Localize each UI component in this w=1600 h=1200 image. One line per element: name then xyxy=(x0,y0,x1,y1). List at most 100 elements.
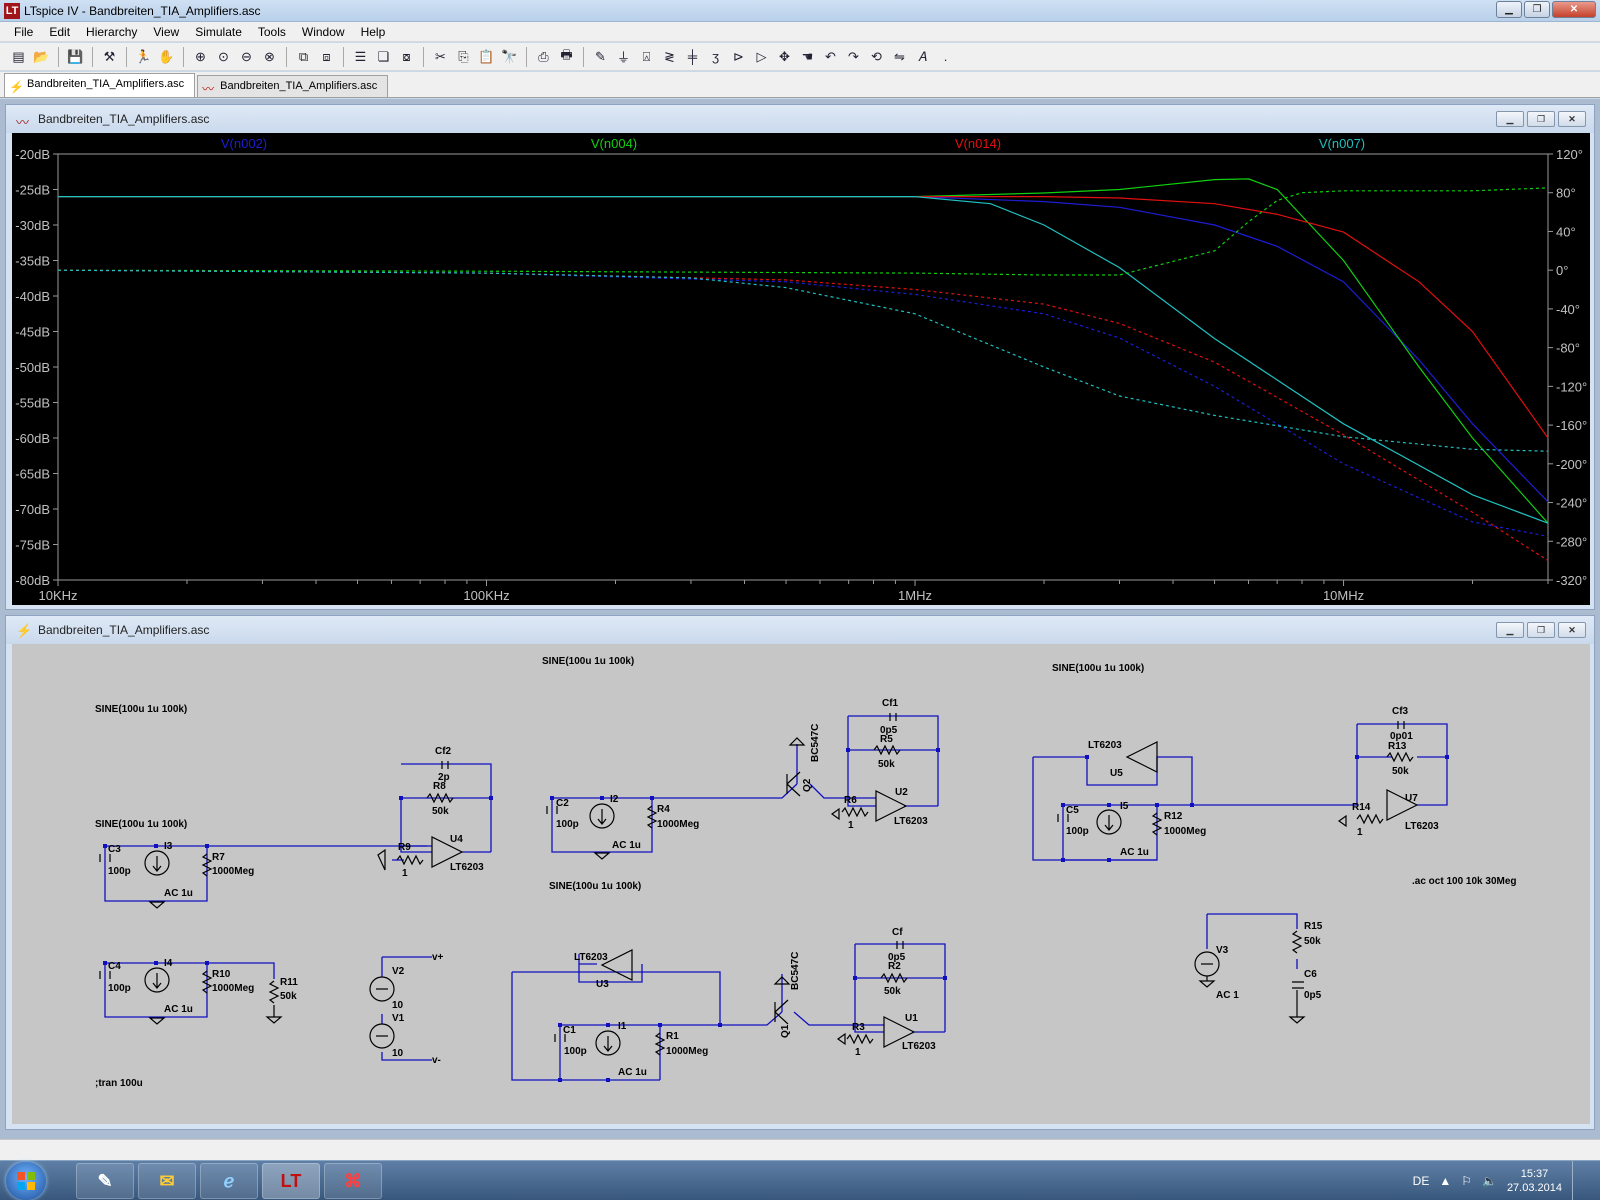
paste-icon[interactable]: 📋 xyxy=(476,46,497,67)
waveform-icon: 〰 xyxy=(16,115,30,130)
schematic-icon: ⚡ xyxy=(9,80,24,94)
menu-hierarchy[interactable]: Hierarchy xyxy=(78,25,145,39)
save-icon[interactable]: 💾 xyxy=(65,46,86,67)
label-net-icon[interactable]: ⍓ xyxy=(636,46,657,67)
paint-icon[interactable]: ✎ xyxy=(76,1163,134,1199)
waveform-plot[interactable]: V(n002) V(n004) V(n014) V(n007) -20dB -25… xyxy=(12,133,1590,605)
minimize-button[interactable]: ▁ xyxy=(1496,622,1524,638)
sine-directive[interactable]: SINE(100u 1u 100k) xyxy=(1052,663,1144,674)
label-r12: R12 xyxy=(1164,811,1183,822)
close-button[interactable]: ✕ xyxy=(1558,622,1586,638)
label-v2-value: 10 xyxy=(392,1000,404,1011)
menu-file[interactable]: File xyxy=(6,25,41,39)
control-panel-icon[interactable]: ⚒ xyxy=(99,46,120,67)
trace-label-vn002[interactable]: V(n002) xyxy=(221,136,267,151)
close-button[interactable]: ✕ xyxy=(1558,111,1586,127)
label-r15-value: 50k xyxy=(1304,936,1321,947)
schematic-canvas[interactable]: SINE(100u 1u 100k) SINE(100u 1u 100k) SI… xyxy=(12,644,1590,1124)
zoom-in-icon[interactable]: ⊕ xyxy=(190,46,211,67)
sine-directive[interactable]: SINE(100u 1u 100k) xyxy=(95,704,187,715)
text-icon[interactable]: 𝐴 xyxy=(912,46,933,67)
zoom-out-icon[interactable]: ⊖ xyxy=(236,46,257,67)
print-icon[interactable]: 🖶 xyxy=(556,46,577,67)
mirror-icon[interactable]: ⇋ xyxy=(889,46,910,67)
spice-directive-icon[interactable]: . xyxy=(935,46,956,67)
left-axis-tick-label: -75dB xyxy=(15,538,50,553)
find-icon[interactable]: 🔭 xyxy=(499,46,520,67)
copy-icon[interactable]: ⎘ xyxy=(453,46,474,67)
move-icon[interactable]: ✥ xyxy=(774,46,795,67)
cut-icon[interactable]: ✂ xyxy=(430,46,451,67)
ground-icon[interactable]: ⏚ xyxy=(613,46,634,67)
menu-edit[interactable]: Edit xyxy=(41,25,78,39)
restore-button[interactable]: ❐ xyxy=(1527,111,1555,127)
label-r9-value: 1 xyxy=(402,868,408,879)
sine-directive[interactable]: SINE(100u 1u 100k) xyxy=(542,656,634,667)
sine-directive[interactable]: SINE(100u 1u 100k) xyxy=(95,819,187,830)
zoom-fit-icon[interactable]: ⊗ xyxy=(259,46,280,67)
label-r10-value: 1000Meg xyxy=(212,983,254,994)
open-icon[interactable]: 📂 xyxy=(31,46,52,67)
zoom-back-icon[interactable]: ⧈ xyxy=(316,46,337,67)
label-i1-ac: AC 1u xyxy=(618,1067,647,1078)
show-desktop-button[interactable] xyxy=(1572,1161,1586,1200)
label-i3: I3 xyxy=(164,841,173,852)
halt-icon[interactable]: ✋ xyxy=(156,46,177,67)
drag-icon[interactable]: ☚ xyxy=(797,46,818,67)
rotate-icon[interactable]: ⟲ xyxy=(866,46,887,67)
tile-horizontal-icon[interactable]: ☰ xyxy=(350,46,371,67)
menu-help[interactable]: Help xyxy=(353,25,394,39)
ie-icon[interactable]: ℯ xyxy=(200,1163,258,1199)
print-setup-icon[interactable]: ⎙ xyxy=(533,46,554,67)
show-hidden-icons-icon[interactable]: ▲ xyxy=(1439,1174,1451,1188)
inductor-icon[interactable]: ʒ xyxy=(705,46,726,67)
maximize-button[interactable]: ❐ xyxy=(1524,1,1550,18)
label-u1: U1 xyxy=(905,1013,918,1024)
sine-directive[interactable]: SINE(100u 1u 100k) xyxy=(549,881,641,892)
volume-icon[interactable]: 🔈 xyxy=(1482,1174,1497,1188)
schematic-window-title: Bandbreiten_TIA_Amplifiers.asc xyxy=(38,623,210,637)
cascade-icon[interactable]: ❏ xyxy=(373,46,394,67)
capacitor-icon[interactable]: ╪ xyxy=(682,46,703,67)
clock[interactable]: 15:37 27.03.2014 xyxy=(1507,1167,1562,1195)
label-r11: R11 xyxy=(280,977,298,988)
menu-window[interactable]: Window xyxy=(294,25,353,39)
label-r14: R14 xyxy=(1352,802,1371,813)
close-button[interactable]: ✕ xyxy=(1552,1,1596,18)
system-tray: DE ▲ ⚐ 🔈 15:37 27.03.2014 xyxy=(1413,1161,1600,1200)
menu-view[interactable]: View xyxy=(145,25,187,39)
tran-comment[interactable]: ;tran 100u xyxy=(95,1078,143,1089)
restore-button[interactable]: ❐ xyxy=(1527,622,1555,638)
component-icon[interactable]: ▷ xyxy=(751,46,772,67)
language-indicator[interactable]: DE xyxy=(1413,1174,1430,1188)
new-schematic-icon[interactable]: ▤ xyxy=(8,46,29,67)
ac-directive[interactable]: .ac oct 100 10k 30Meg xyxy=(1412,876,1517,887)
label-c2: C2 xyxy=(556,798,569,809)
close-all-icon[interactable]: ⧇ xyxy=(396,46,417,67)
trace-label-vn014[interactable]: V(n014) xyxy=(955,136,1001,151)
resistor-icon[interactable]: ≷ xyxy=(659,46,680,67)
pan-icon[interactable]: ⊙ xyxy=(213,46,234,67)
autorange-icon[interactable]: ⧉ xyxy=(293,46,314,67)
network-icon[interactable]: ⚐ xyxy=(1461,1174,1472,1188)
ltspice-icon[interactable]: LT xyxy=(262,1163,320,1199)
tab-waveform[interactable]: 〰 Bandbreiten_TIA_Amplifiers.asc xyxy=(197,75,389,97)
acrobat-icon[interactable]: ⌘ xyxy=(324,1163,382,1199)
run-icon[interactable]: 🏃 xyxy=(133,46,154,67)
tab-schematic[interactable]: ⚡ Bandbreiten_TIA_Amplifiers.asc xyxy=(4,73,196,97)
label-r15: R15 xyxy=(1304,921,1323,932)
trace-label-vn007[interactable]: V(n007) xyxy=(1319,136,1365,151)
wire-icon[interactable]: ✎ xyxy=(590,46,611,67)
outlook-icon[interactable]: ✉ xyxy=(138,1163,196,1199)
minimize-button[interactable]: ▁ xyxy=(1496,111,1524,127)
minimize-button[interactable]: ▁ xyxy=(1496,1,1522,18)
diode-icon[interactable]: ⊳ xyxy=(728,46,749,67)
redo-icon[interactable]: ↷ xyxy=(843,46,864,67)
label-r8: R8 xyxy=(433,781,446,792)
trace-label-vn004[interactable]: V(n004) xyxy=(591,136,637,151)
undo-icon[interactable]: ↶ xyxy=(820,46,841,67)
menu-simulate[interactable]: Simulate xyxy=(187,25,250,39)
start-button[interactable] xyxy=(6,1162,46,1200)
menu-tools[interactable]: Tools xyxy=(250,25,294,39)
waveform-window-titlebar: 〰 Bandbreiten_TIA_Amplifiers.asc ▁ ❐ ✕ xyxy=(6,105,1594,133)
